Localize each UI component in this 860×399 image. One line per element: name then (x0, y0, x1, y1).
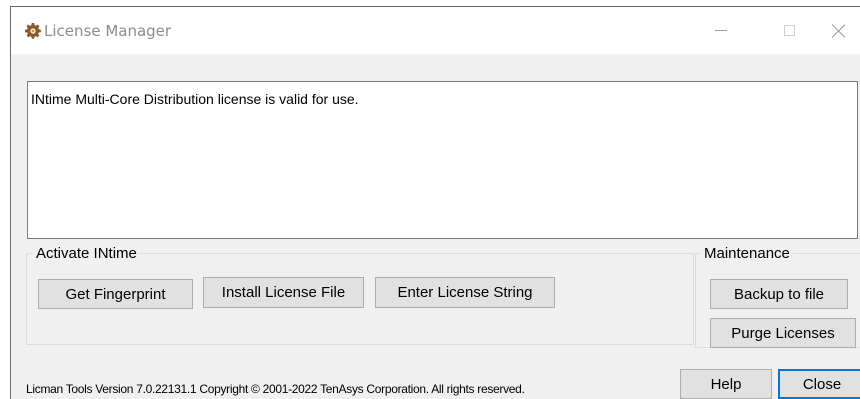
close-icon (832, 24, 846, 38)
version-copyright-text: Licman Tools Version 7.0.22131.1 Copyrig… (26, 382, 525, 396)
help-button[interactable]: Help (680, 369, 772, 399)
title-bar: License Manager (11, 7, 860, 54)
window-close-button[interactable] (816, 7, 860, 54)
license-status-message: INtime Multi-Core Distribution license i… (31, 91, 359, 107)
window-title: License Manager (44, 22, 172, 40)
gear-icon (25, 23, 41, 39)
license-manager-window: License Manager INtime Multi-Core Distri… (10, 6, 860, 399)
enter-license-string-button[interactable]: Enter License String (375, 277, 555, 308)
license-status-box: INtime Multi-Core Distribution license i… (27, 81, 858, 239)
maximize-icon (783, 25, 795, 36)
minimize-button[interactable] (698, 7, 744, 54)
activate-intime-label: Activate INtime (33, 245, 140, 262)
get-fingerprint-button[interactable]: Get Fingerprint (38, 279, 193, 309)
install-license-file-button[interactable]: Install License File (203, 277, 364, 308)
maintenance-label: Maintenance (701, 245, 793, 262)
backup-to-file-button[interactable]: Backup to file (710, 279, 848, 309)
purge-licenses-button[interactable]: Purge Licenses (710, 318, 856, 348)
close-button[interactable]: Close (778, 369, 860, 399)
minimize-icon (715, 30, 727, 31)
maximize-button[interactable] (766, 7, 812, 54)
